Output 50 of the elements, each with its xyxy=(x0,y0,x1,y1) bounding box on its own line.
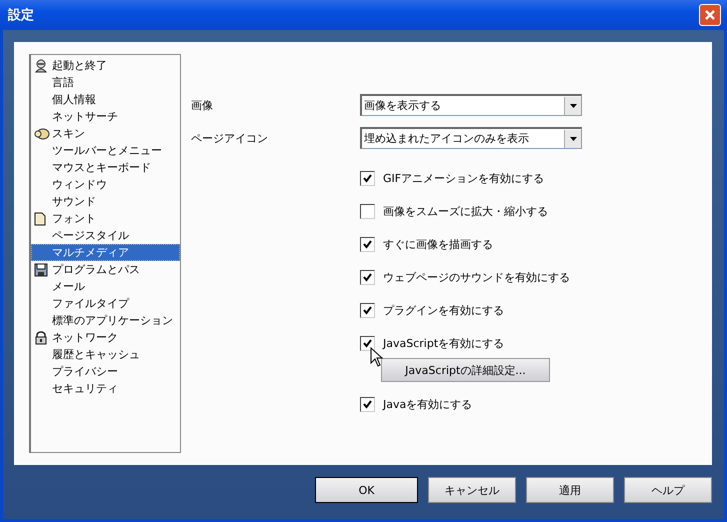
close-button[interactable] xyxy=(699,4,721,26)
category-item[interactable]: マウスとキーボード xyxy=(31,159,180,176)
category-item[interactable]: サウンド xyxy=(31,193,180,210)
checkbox-label: JavaScriptを有効にする xyxy=(383,336,504,351)
category-item[interactable]: 履歴とキャッシュ xyxy=(31,346,180,363)
category-item[interactable]: フォント xyxy=(31,210,180,227)
mask-icon xyxy=(34,128,50,140)
checkbox-label: ウェブページのサウンドを有効にする xyxy=(383,270,570,285)
checkbox[interactable] xyxy=(360,204,375,219)
person-icon xyxy=(34,58,48,72)
checkbox-label: 画像をスムーズに拡大・縮小する xyxy=(383,204,548,219)
dialog-button[interactable]: 適用 xyxy=(526,477,614,503)
checkbox[interactable] xyxy=(360,397,375,412)
category-item[interactable]: ネットワーク xyxy=(31,329,180,346)
category-item[interactable]: 起動と終了 xyxy=(31,57,180,74)
category-item[interactable]: ページスタイル xyxy=(31,227,180,244)
checkbox-label: Javaを有効にする xyxy=(383,397,472,412)
field-label: ページアイコン xyxy=(191,130,269,146)
dropdown[interactable]: 画像を表示する xyxy=(360,94,582,116)
page-icon xyxy=(34,212,46,226)
category-item[interactable]: プログラムとパス xyxy=(31,261,180,278)
checkbox[interactable] xyxy=(360,303,375,318)
category-item[interactable]: マルチメディア xyxy=(31,244,180,261)
window-title: 設定 xyxy=(8,6,34,24)
category-item[interactable]: メール xyxy=(31,278,180,295)
dropdown[interactable]: 埋め込まれたアイコンのみを表示 xyxy=(360,127,582,149)
dialog-button[interactable]: キャンセル xyxy=(428,477,516,503)
dialog-button[interactable]: ヘルプ xyxy=(624,477,712,503)
dialog-button[interactable]: OK xyxy=(315,477,418,503)
checkbox[interactable] xyxy=(360,171,375,186)
field-label: 画像 xyxy=(191,98,214,112)
category-item[interactable]: プライバシー xyxy=(31,363,180,380)
category-item[interactable]: スキン xyxy=(31,125,180,142)
category-item[interactable]: セキュリティ xyxy=(31,380,180,397)
close-icon xyxy=(704,9,716,21)
checkbox-label: プラグインを有効にする xyxy=(383,303,504,318)
checkbox-label: すぐに画像を描画する xyxy=(383,237,493,252)
checkbox-label: GIFアニメーションを有効にする xyxy=(383,171,544,186)
checkbox[interactable] xyxy=(360,237,375,252)
category-item[interactable]: ウィンドウ xyxy=(31,176,180,193)
lock-icon xyxy=(34,330,48,344)
category-item[interactable]: ネットサーチ xyxy=(31,108,180,125)
category-item[interactable]: 標準のアプリケーション xyxy=(31,312,180,329)
checkbox[interactable] xyxy=(360,336,375,351)
checkbox[interactable] xyxy=(360,270,375,285)
category-item[interactable]: 個人情報 xyxy=(31,91,180,108)
category-item[interactable]: ツールバーとメニュー xyxy=(31,142,180,159)
category-item[interactable]: 言語 xyxy=(31,74,180,91)
advanced-settings-button[interactable]: JavaScriptの詳細設定... xyxy=(381,358,550,382)
category-item[interactable]: ファイルタイプ xyxy=(31,295,180,312)
